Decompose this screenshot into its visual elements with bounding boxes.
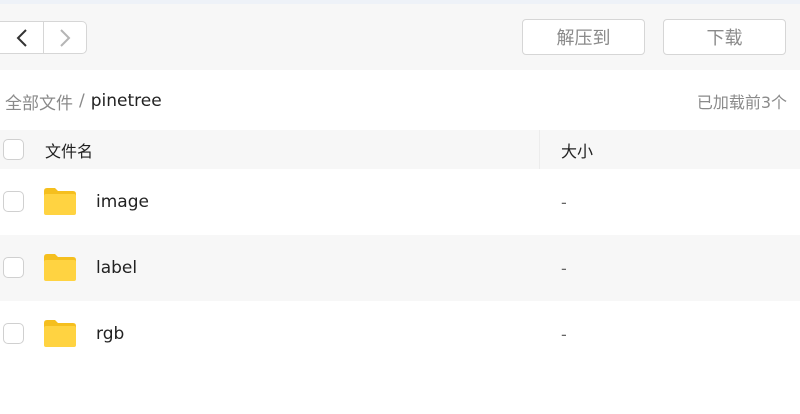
file-name[interactable]: rgb bbox=[96, 301, 124, 367]
folder-icon bbox=[44, 188, 76, 215]
breadcrumb: 全部文件 / pinetree bbox=[5, 89, 162, 114]
file-name[interactable]: label bbox=[96, 235, 137, 301]
download-button[interactable]: 下载 bbox=[663, 19, 786, 55]
row-checkbox[interactable] bbox=[3, 257, 24, 278]
table-row[interactable]: label - bbox=[0, 235, 800, 301]
file-size: - bbox=[561, 324, 567, 344]
loaded-count-note: 已加载前3个 bbox=[696, 93, 787, 112]
table-row[interactable]: image - bbox=[0, 169, 800, 235]
select-all-checkbox[interactable] bbox=[3, 139, 24, 160]
breadcrumb-root[interactable]: 全部文件 bbox=[5, 89, 73, 114]
breadcrumb-current: pinetree bbox=[90, 91, 162, 111]
file-size: - bbox=[561, 258, 567, 278]
forward-button[interactable] bbox=[43, 22, 86, 53]
column-header-size[interactable]: 大小 bbox=[561, 130, 593, 169]
column-header-name[interactable]: 文件名 bbox=[45, 130, 93, 169]
table-row[interactable]: rgb - bbox=[0, 301, 800, 367]
table-header: 文件名 大小 bbox=[0, 130, 800, 169]
extract-to-button[interactable]: 解压到 bbox=[522, 19, 645, 55]
history-nav bbox=[0, 21, 87, 54]
breadcrumb-separator: / bbox=[79, 91, 85, 111]
file-size: - bbox=[561, 192, 567, 212]
chevron-right-icon bbox=[60, 28, 71, 47]
folder-icon bbox=[44, 320, 76, 347]
back-button[interactable] bbox=[0, 22, 43, 53]
file-name[interactable]: image bbox=[96, 169, 149, 235]
toolbar: 解压到 下载 bbox=[0, 4, 800, 70]
chevron-left-icon bbox=[16, 28, 27, 47]
column-divider[interactable] bbox=[539, 130, 540, 169]
folder-icon bbox=[44, 254, 76, 281]
row-checkbox[interactable] bbox=[3, 323, 24, 344]
row-checkbox[interactable] bbox=[3, 191, 24, 212]
